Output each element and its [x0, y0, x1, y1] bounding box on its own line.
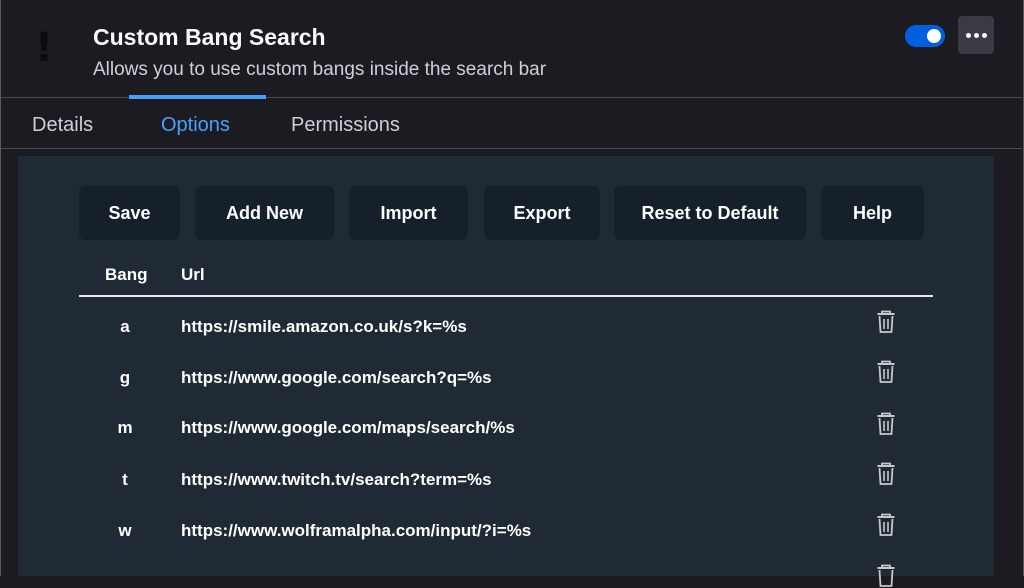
trash-icon[interactable]	[876, 462, 896, 486]
trash-icon[interactable]	[876, 412, 896, 436]
row-bang: w	[118, 521, 132, 540]
help-button[interactable]: Help	[821, 186, 924, 240]
addon-title: Custom Bang Search	[93, 24, 326, 50]
tab-permissions[interactable]: Permissions	[291, 98, 400, 148]
export-button[interactable]: Export	[484, 186, 600, 240]
add-new-button[interactable]: Add New	[195, 186, 334, 240]
column-header-url: Url	[181, 265, 205, 284]
row-url: https://www.wolframalpha.com/input/?i=%s	[181, 521, 532, 540]
row-bang: g	[119, 368, 131, 387]
addon-header: ! Custom Bang Search Allows you to use c…	[1, 0, 1022, 98]
row-url: https://www.twitch.tv/search?term=%s	[181, 470, 492, 489]
more-horizontal-icon	[964, 32, 988, 38]
row-bang: t	[122, 470, 128, 489]
addon-exclamation-icon: !	[34, 25, 54, 71]
row-url: https://www.google.com/maps/search/%s	[181, 418, 515, 437]
row-url: https://www.google.com/search?q=%s	[181, 368, 492, 387]
import-button[interactable]: Import	[349, 186, 468, 240]
tab-bar: Details Options Permissions	[1, 95, 1022, 149]
toggle-knob	[927, 29, 941, 43]
active-tab-indicator	[129, 95, 266, 99]
options-panel: Save Add New Import Export Reset to Defa…	[18, 156, 994, 587]
row-url: https://smile.amazon.co.uk/s?k=%s	[181, 317, 467, 336]
trash-icon[interactable]	[876, 360, 896, 384]
more-options-button[interactable]	[958, 16, 994, 54]
addon-description: Allows you to use custom bangs inside th…	[93, 59, 547, 80]
trash-icon[interactable]	[876, 564, 896, 588]
reset-to-default-button[interactable]: Reset to Default	[614, 186, 806, 240]
enable-toggle[interactable]	[905, 25, 945, 47]
row-bang: m	[117, 418, 133, 437]
table-header-divider	[79, 295, 933, 297]
trash-icon[interactable]	[876, 513, 896, 537]
save-button[interactable]: Save	[79, 186, 180, 240]
column-header-bang: Bang	[105, 265, 148, 284]
row-bang: a	[120, 317, 130, 336]
trash-icon[interactable]	[876, 310, 896, 334]
tab-details[interactable]: Details	[32, 98, 93, 148]
tab-options[interactable]: Options	[161, 98, 230, 148]
